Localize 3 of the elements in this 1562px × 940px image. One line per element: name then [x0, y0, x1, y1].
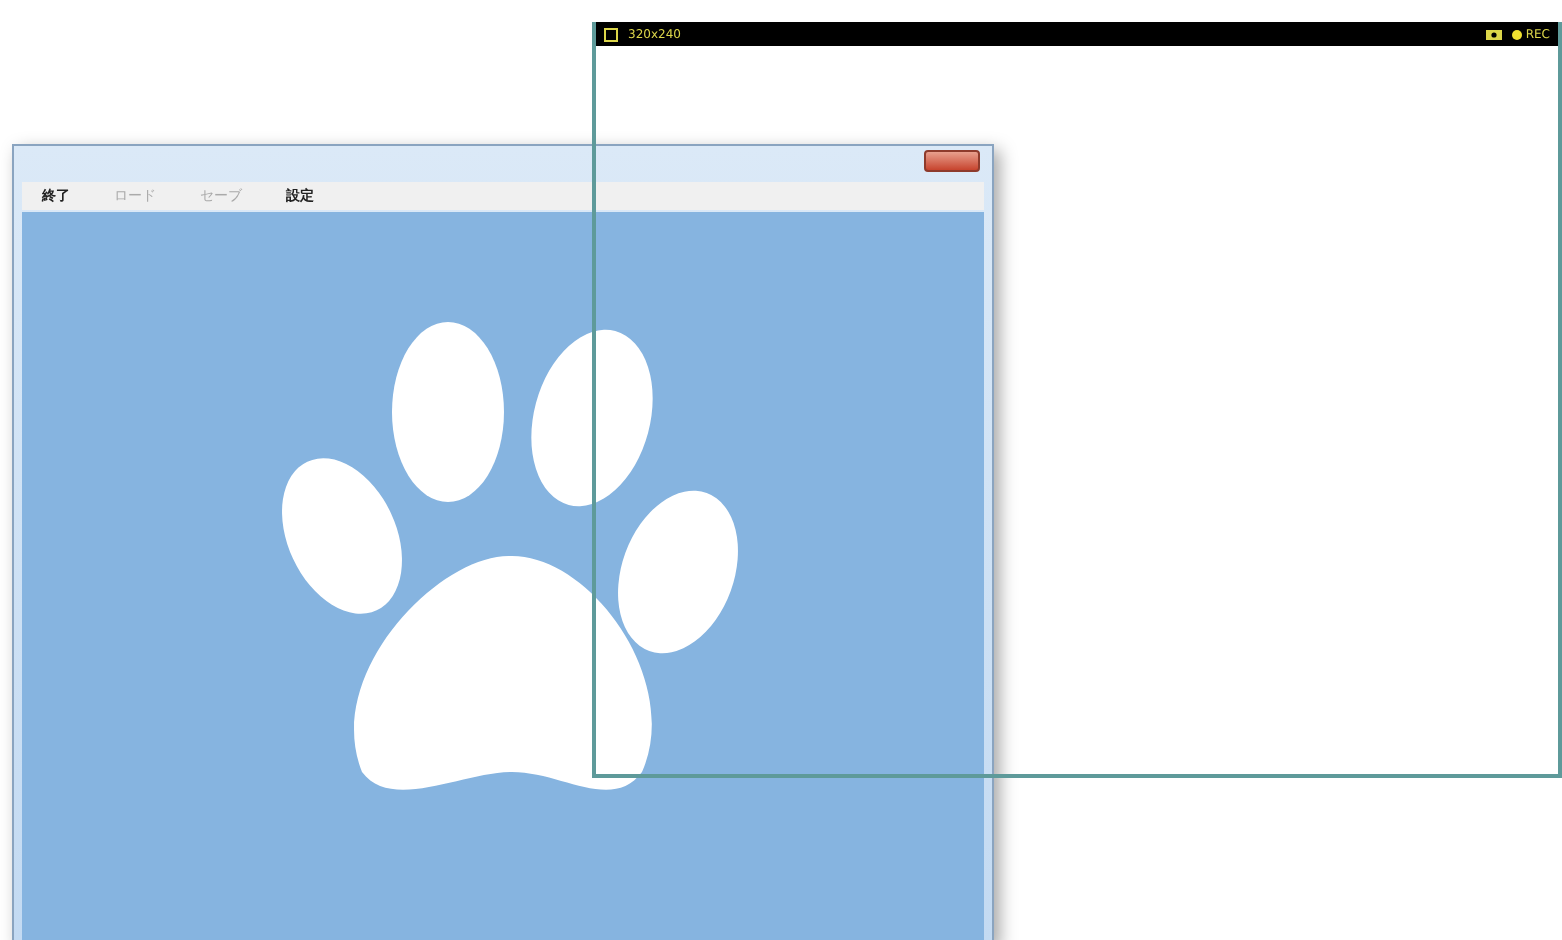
window-icon: [604, 27, 618, 41]
close-button[interactable]: [924, 150, 980, 172]
camera-icon[interactable]: [1485, 28, 1502, 40]
